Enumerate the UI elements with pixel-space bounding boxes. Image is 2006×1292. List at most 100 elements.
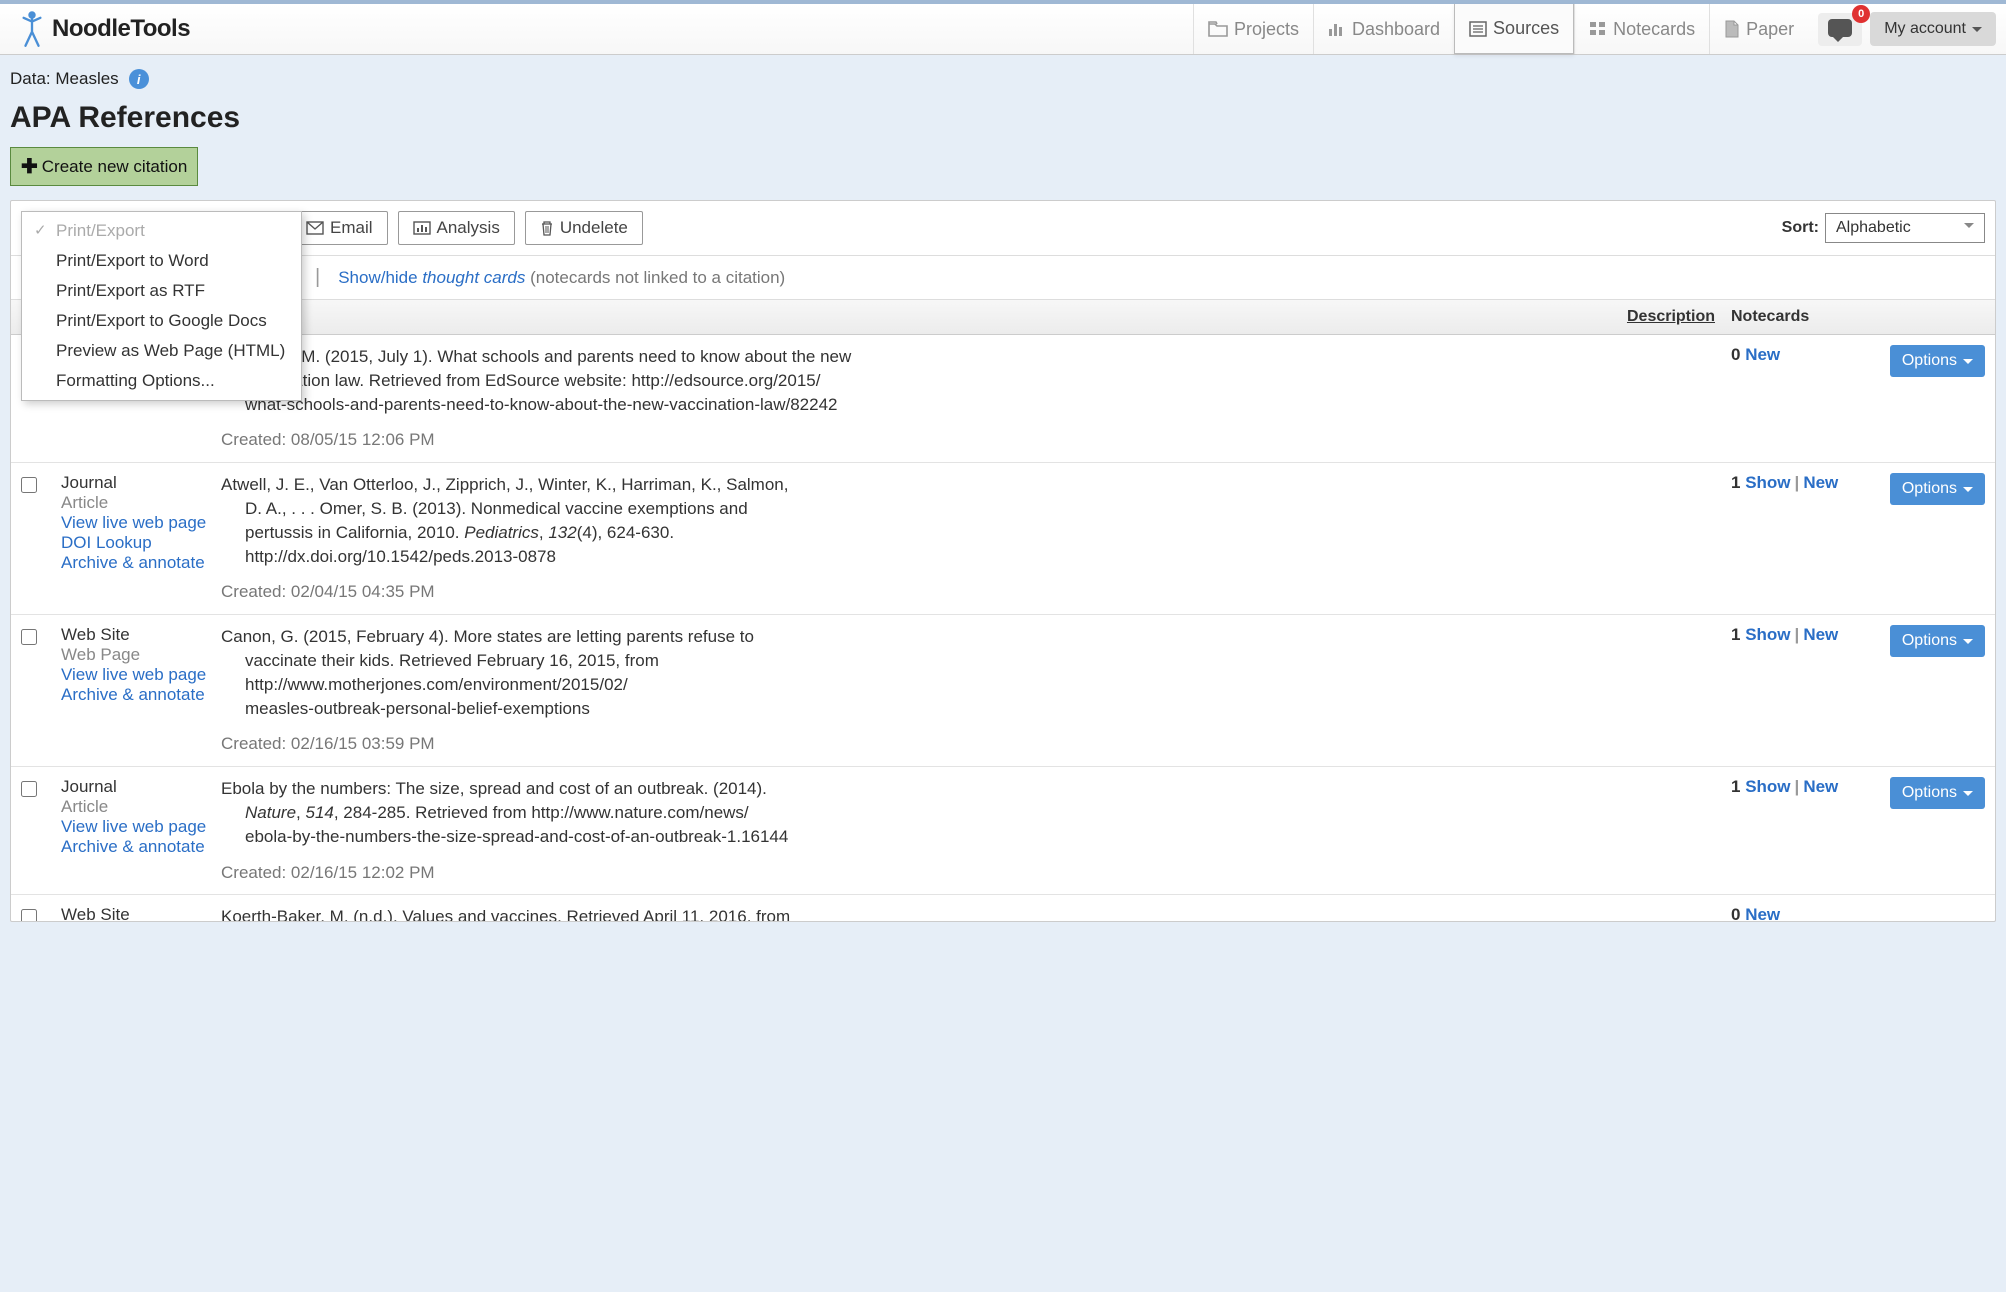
col-description[interactable]: Description <box>1565 308 1715 326</box>
source-subtype: Article <box>61 493 221 513</box>
citation-row: JournalArticleView live web pageArchive … <box>11 767 1995 895</box>
dropdown-item-print-export[interactable]: Print/Export <box>22 216 301 246</box>
col-notecards: Notecards <box>1715 308 1875 326</box>
notification-badge: 0 <box>1852 5 1870 23</box>
view-live-link[interactable]: View live web page <box>61 817 221 837</box>
notecard-count: 1 <box>1731 473 1740 492</box>
email-button[interactable]: Email <box>291 211 388 245</box>
logo-text: NoodleTools <box>52 15 190 43</box>
plus-icon: ✚ <box>21 154 38 179</box>
source-type: Journal <box>61 473 221 493</box>
page-title: APA References <box>0 93 2006 143</box>
project-name: Measles <box>55 69 118 89</box>
archive-annotate-link[interactable]: Archive & annotate <box>61 553 221 573</box>
dropdown-item-word[interactable]: Print/Export to Word <box>22 246 301 276</box>
sort-label: Sort: <box>1782 219 1819 237</box>
logo-icon <box>18 7 46 51</box>
trash-icon <box>540 220 554 236</box>
nav-projects[interactable]: Projects <box>1193 4 1313 54</box>
archive-annotate-link[interactable]: Archive & annotate <box>61 685 221 705</box>
nav-dashboard[interactable]: Dashboard <box>1313 4 1454 54</box>
citation-text: Koerth-Baker, M. (n.d.). Values and vacc… <box>221 905 861 921</box>
new-notecard-link[interactable]: New <box>1803 777 1838 796</box>
new-notecard-link[interactable]: New <box>1745 905 1780 921</box>
top-nav: NoodleTools Projects Dashboard Sources N… <box>0 0 2006 55</box>
notecard-count: 0 <box>1731 905 1740 921</box>
options-button[interactable]: Options <box>1890 625 1985 657</box>
dropdown-item-gdocs[interactable]: Print/Export to Google Docs <box>22 306 301 336</box>
caret-down-icon <box>1972 27 1982 37</box>
toolbar: Print/Export Print/Export to Word Print/… <box>11 201 1995 255</box>
pills-row: | Show/hide thought cards (notecards not… <box>11 255 1995 300</box>
caret-down-icon <box>1963 487 1973 497</box>
created-timestamp: Created: 02/16/15 12:02 PM <box>221 861 1565 885</box>
row-checkbox[interactable] <box>21 477 37 493</box>
view-live-link[interactable]: View live web page <box>61 665 221 685</box>
citation-row: JournalArticleView live web pageDOI Look… <box>11 463 1995 615</box>
info-icon[interactable]: i <box>129 69 149 89</box>
created-timestamp: Created: 02/16/15 03:59 PM <box>221 732 1565 756</box>
options-button[interactable]: Options <box>1890 473 1985 505</box>
show-notecards-link[interactable]: Show <box>1745 473 1790 492</box>
dropdown-item-rtf[interactable]: Print/Export as RTF <box>22 276 301 306</box>
citation-text: Ebola by the numbers: The size, spread a… <box>221 777 861 848</box>
nav-paper[interactable]: Paper <box>1709 4 1808 54</box>
citation-text: Adams, J. M. (2015, July 1). What school… <box>221 345 861 416</box>
caret-down-icon <box>1963 639 1973 649</box>
citation-text: Atwell, J. E., Van Otterloo, J., Zippric… <box>221 473 861 568</box>
print-export-dropdown: Print/Export Print/Export to Word Print/… <box>21 211 302 401</box>
undelete-button[interactable]: Undelete <box>525 211 643 245</box>
new-notecard-link[interactable]: New <box>1803 473 1838 492</box>
table-header: Description Notecards <box>11 300 1995 335</box>
source-type: Journal <box>61 777 221 797</box>
notecard-count: 1 <box>1731 777 1740 796</box>
citation-list: Web PageView live web pageArchive & anno… <box>11 335 1995 921</box>
row-checkbox[interactable] <box>21 781 37 797</box>
nav-sources[interactable]: Sources <box>1454 4 1574 54</box>
list-icon <box>1469 21 1487 37</box>
notecard-count: 0 <box>1731 345 1740 364</box>
new-notecard-link[interactable]: New <box>1803 625 1838 644</box>
source-type: Web Site <box>61 905 221 921</box>
options-button[interactable]: Options <box>1890 345 1985 377</box>
doi-lookup-link[interactable]: DOI Lookup <box>61 533 221 553</box>
sources-panel: Print/Export Print/Export to Word Print/… <box>10 200 1996 922</box>
notifications-button[interactable]: 0 <box>1818 13 1862 46</box>
row-checkbox[interactable] <box>21 909 37 921</box>
bar-chart-icon <box>1328 21 1346 37</box>
show-notecards-link[interactable]: Show <box>1745 625 1790 644</box>
citation-row: Web SiteWeb PageView live web pageArchiv… <box>11 615 1995 767</box>
archive-annotate-link[interactable]: Archive & annotate <box>61 837 221 857</box>
create-citation-button[interactable]: ✚ Create new citation <box>10 147 198 186</box>
caret-down-icon <box>1964 223 1974 233</box>
source-subtype: Article <box>61 797 221 817</box>
project-breadcrumb: Data: Measles i <box>0 55 2006 93</box>
logo[interactable]: NoodleTools <box>0 7 208 51</box>
row-checkbox[interactable] <box>21 629 37 645</box>
nav-notecards[interactable]: Notecards <box>1574 4 1709 54</box>
options-button[interactable]: Options <box>1890 777 1985 809</box>
dropdown-item-html[interactable]: Preview as Web Page (HTML) <box>22 336 301 366</box>
folder-icon <box>1208 21 1228 37</box>
notecard-count: 1 <box>1731 625 1740 644</box>
sort-control: Sort: Alphabetic <box>1782 213 1985 243</box>
created-timestamp: Created: 02/04/15 04:35 PM <box>221 580 1565 604</box>
envelope-icon <box>306 221 324 235</box>
chart-icon <box>413 221 431 235</box>
divider-icon: | <box>315 266 320 289</box>
chat-icon <box>1828 19 1852 37</box>
toggle-thought-cards[interactable]: Show/hide thought cards (notecards not l… <box>338 268 785 288</box>
citation-row: Web PageView live web pageArchive & anno… <box>11 335 1995 463</box>
view-live-link[interactable]: View live web page <box>61 513 221 533</box>
caret-down-icon <box>1963 359 1973 369</box>
source-subtype: Web Page <box>61 645 221 665</box>
sort-select[interactable]: Alphabetic <box>1825 213 1985 243</box>
dropdown-item-formatting[interactable]: Formatting Options... <box>22 366 301 396</box>
created-timestamp: Created: 08/05/15 12:06 PM <box>221 428 1565 452</box>
show-notecards-link[interactable]: Show <box>1745 777 1790 796</box>
caret-down-icon <box>1963 791 1973 801</box>
analysis-button[interactable]: Analysis <box>398 211 515 245</box>
new-notecard-link[interactable]: New <box>1745 345 1780 364</box>
account-menu[interactable]: My account <box>1870 12 1996 46</box>
source-type: Web Site <box>61 625 221 645</box>
